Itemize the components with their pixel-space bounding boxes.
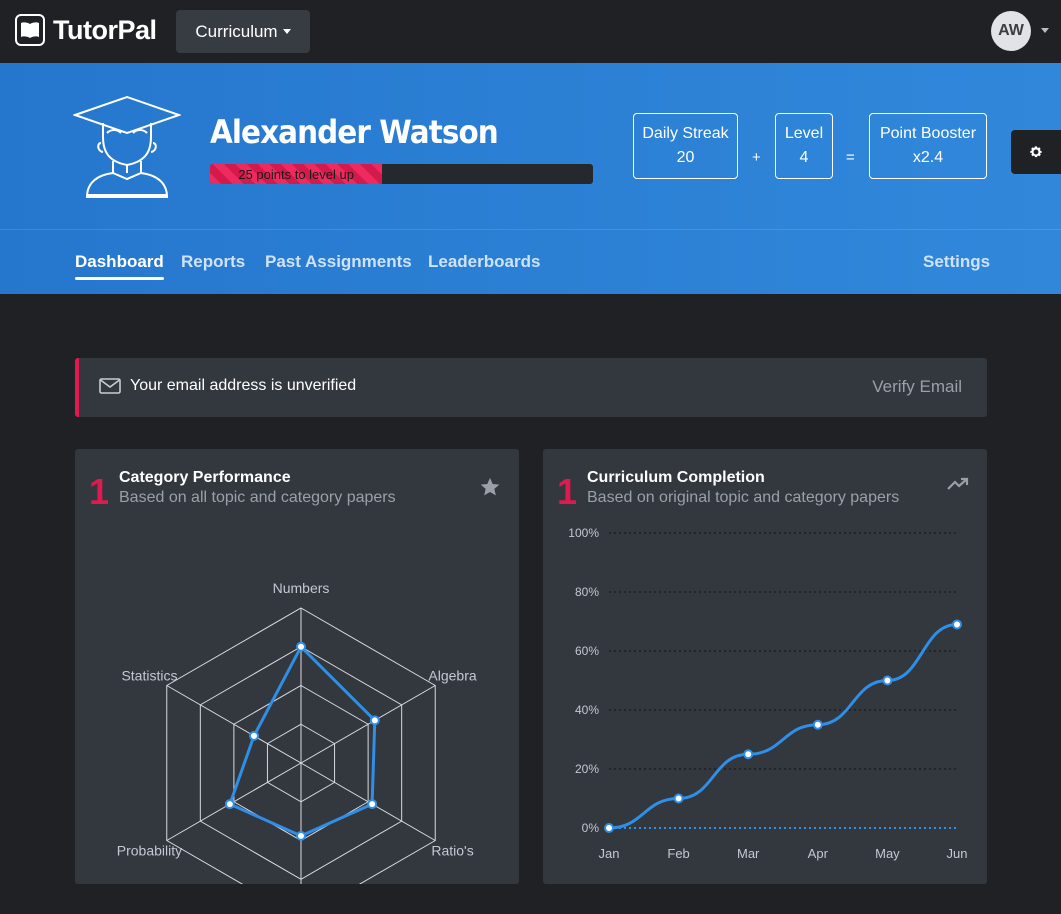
curriculum-dropdown[interactable]: Curriculum [176,10,310,53]
x-tick-label: Jan [599,846,620,861]
tab-reports[interactable]: Reports [181,252,245,272]
alert-message: Your email address is unverified [130,377,357,394]
user-avatar[interactable]: AW [991,11,1031,51]
radar-category-label: Algebra [428,668,476,684]
completion-data-point [952,619,962,630]
radar-data-point [367,799,378,810]
completion-data-point [812,719,823,730]
completion-data-point [743,749,754,760]
plus-operator: + [752,149,761,166]
nav-tabs: Dashboard Reports Past Assignments Leade… [0,229,1061,294]
top-navbar: TutorPal Curriculum AW [0,0,1061,63]
radar-category-label: Statistics [121,668,177,684]
level-progress-fill: 25 points to level up [210,164,383,184]
tab-past-assignments[interactable]: Past Assignments [265,252,412,272]
completion-data-point [673,793,684,804]
level-progress-bar: 25 points to level up [210,164,593,184]
verify-email-link[interactable]: Verify Email [872,377,962,397]
radar-data-point [296,830,306,841]
radar-category-label: Ratio's [431,843,473,859]
profile-header: Alexander Watson 25 points to level up D… [0,63,1061,229]
y-tick-label: 60% [575,644,599,658]
y-tick-label: 40% [575,703,599,717]
x-tick-label: Jun [947,846,968,861]
brand-logo[interactable]: TutorPal [15,14,157,46]
stat-value: 4 [799,149,809,166]
progress-text: 25 points to level up [238,166,354,182]
curriculum-label: Curriculum [195,21,278,41]
user-menu-chevron-icon[interactable] [1041,28,1049,33]
category-performance-card: 1 Category Performance Based on all topi… [75,449,519,884]
radar-data-point [296,641,306,652]
x-tick-label: Apr [808,846,829,861]
level-stat: Level 4 [775,113,833,179]
tab-settings[interactable]: Settings [923,252,990,272]
stat-value: 20 [676,149,695,166]
stat-label: Point Booster [879,125,977,142]
point-booster-stat: Point Booster x2.4 [869,113,987,179]
y-tick-label: 100% [568,526,599,540]
completion-data-point [882,675,893,686]
email-unverified-alert: Your email address is unverified Verify … [75,358,987,417]
user-initials: AW [998,22,1024,39]
radar-data-point [224,799,235,810]
envelope-icon [99,378,121,394]
x-tick-label: May [875,846,900,861]
settings-gear-button[interactable] [1011,130,1061,174]
stat-value: x2.4 [912,149,944,166]
completion-series-line [608,622,958,830]
graduate-avatar-icon [71,95,183,204]
x-tick-label: Feb [667,846,689,861]
y-tick-label: 20% [575,762,599,776]
line-chart: 0% 20% 40% 60% 80% 100% Jan Feb Mar Apr May Jun [568,526,968,861]
y-tick-label: 80% [575,585,599,599]
curriculum-completion-card: 1 Curriculum Completion Based on origina… [543,449,987,884]
chevron-down-icon [282,29,291,34]
gear-icon [1030,146,1042,158]
book-icon [15,14,45,46]
stat-label: Daily Streak [642,125,729,142]
stat-label: Level [784,125,824,142]
student-name: Alexander Watson [210,113,499,151]
radar-category-label: Numbers [273,580,330,596]
radar-chart: NumbersAlgebraRatio'sGeometryProbability… [117,580,477,884]
radar-data-point [249,730,260,741]
radar-data-point [369,715,380,726]
completion-data-point [604,823,614,833]
radar-category-label: Probability [117,843,182,859]
y-tick-label: 0% [582,821,600,835]
daily-streak-stat: Daily Streak 20 [633,113,738,179]
x-tick-label: Mar [737,846,760,861]
tab-leaderboards[interactable]: Leaderboards [428,252,540,272]
equals-operator: = [846,149,855,166]
brand-name: TutorPal [53,14,157,45]
tab-dashboard[interactable]: Dashboard [75,252,164,280]
